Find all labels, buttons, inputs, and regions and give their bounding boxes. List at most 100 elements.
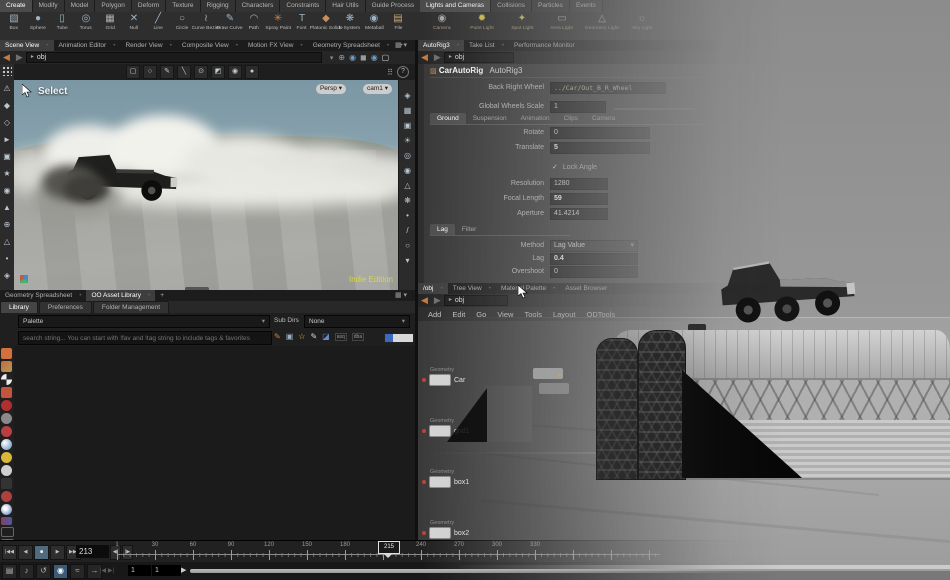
shelf-tab[interactable]: Rigging: [201, 0, 236, 12]
display-toggle-icon[interactable]: ◎: [402, 149, 414, 162]
playback-button[interactable]: ◀: [18, 545, 33, 560]
asset-icon[interactable]: [1, 439, 12, 450]
asset-icon[interactable]: [1, 361, 12, 372]
camera-button[interactable]: cam1 ▾: [363, 84, 392, 94]
shelf-tab[interactable]: Polygon: [95, 0, 132, 12]
orb2-icon[interactable]: ◉: [371, 53, 378, 62]
playback-button[interactable]: ▶: [50, 545, 65, 560]
tool-icon[interactable]: ◉: [1, 184, 13, 197]
asset-icon[interactable]: [1, 504, 12, 515]
shelf-tool[interactable]: ✳ Spray Paint: [266, 12, 290, 31]
library-tab[interactable]: Folder Management: [93, 301, 169, 313]
display-toggle-icon[interactable]: ☀: [402, 134, 414, 147]
shelf-tab[interactable]: Guide Process: [366, 0, 422, 12]
gradient-icon[interactable]: ◪: [322, 332, 330, 341]
timeline-tool-icon[interactable]: ↺: [36, 564, 51, 579]
display-toggle-icon[interactable]: •: [402, 209, 414, 222]
shelf-tool[interactable]: ◠ Path: [242, 12, 266, 31]
shelf-tab[interactable]: Texture: [166, 0, 200, 12]
display-toggle-icon[interactable]: ◉: [402, 164, 414, 177]
tools-grid-icon[interactable]: [2, 66, 12, 76]
square-icon[interactable]: ▢: [382, 53, 390, 62]
timeline-tool-icon[interactable]: ◉: [53, 564, 68, 579]
asset-icon[interactable]: [1, 348, 12, 359]
asset-icon[interactable]: [1, 413, 12, 424]
timeline-tool-icon[interactable]: ≈: [70, 564, 85, 579]
tool-icon[interactable]: ▲: [1, 201, 13, 214]
asset-icon[interactable]: [1, 400, 12, 411]
shelf-tab[interactable]: Create: [0, 0, 33, 12]
tool-icon[interactable]: ►: [1, 133, 13, 146]
display-toggle-icon[interactable]: ▦: [402, 104, 414, 117]
shelf-tool[interactable]: ❋ L-System: [338, 12, 362, 31]
shelf-tool[interactable]: ▯ Tube: [50, 12, 74, 31]
tool-icon[interactable]: △: [1, 235, 13, 248]
pane-tab[interactable]: Animation Editor: [54, 40, 121, 51]
tool-icon[interactable]: •: [1, 252, 13, 265]
shelf-tool[interactable]: ▤ File: [386, 12, 410, 31]
orb-icon[interactable]: ◉: [349, 53, 356, 62]
timeline-tool-icon[interactable]: ▤: [2, 564, 17, 579]
shelf-tool[interactable]: ✎ Draw Curve: [218, 12, 242, 31]
asset-icon[interactable]: [1, 491, 12, 502]
asset-icon[interactable]: [1, 478, 12, 489]
copy-icon[interactable]: ▣: [286, 332, 294, 341]
viewport-tool-icon[interactable]: ╲: [177, 65, 191, 79]
asset-icon[interactable]: [1, 517, 12, 525]
persp-button[interactable]: Persp ▾: [316, 84, 346, 94]
shelf-tab[interactable]: Characters: [236, 0, 281, 12]
shelf-tab[interactable]: Deform: [132, 0, 166, 12]
size-slider[interactable]: [384, 333, 414, 343]
shelf-tool[interactable]: ≀ Curve Bezier: [194, 12, 218, 31]
pane-tab[interactable]: Render View: [120, 40, 176, 51]
playhead-marker[interactable]: 215: [378, 541, 400, 554]
shelf-tool[interactable]: ╱ Line: [146, 12, 170, 31]
edit-tags-icon[interactable]: ✎: [274, 332, 281, 341]
pin-icon[interactable]: ⊕: [338, 53, 345, 62]
pane-tab[interactable]: Geometry Spreadsheet: [0, 290, 86, 301]
shelf-tool[interactable]: ◆ Platonic Solids: [314, 12, 338, 31]
tool-icon[interactable]: ◇: [1, 116, 13, 129]
asset-icon[interactable]: [1, 426, 12, 437]
pane-tab[interactable]: +: [155, 290, 176, 301]
nav-back-icon[interactable]: ◀: [3, 52, 10, 63]
shelf-tab[interactable]: Model: [65, 0, 96, 12]
color-correction-icon[interactable]: [20, 275, 28, 283]
shelf-tool[interactable]: ◉ Metaball: [362, 12, 386, 31]
pane-tab[interactable]: Geometry Spreadsheet: [308, 40, 394, 51]
cube-icon[interactable]: ◼: [360, 53, 367, 62]
range-end-field[interactable]: 1: [152, 565, 181, 576]
shelf-tool[interactable]: ◎ Torus: [74, 12, 98, 31]
range-nudge-icons[interactable]: |◀ ▶|: [100, 567, 114, 574]
pane-tab[interactable]: Composite View: [177, 40, 243, 51]
pane-menu-icon[interactable]: ▦ ▾: [395, 291, 407, 299]
shelf-tool[interactable]: ▧ Box: [2, 12, 26, 31]
range-slider-handle[interactable]: ▶: [181, 566, 186, 574]
display-toggle-icon[interactable]: ▣: [402, 119, 414, 132]
timeline-tool-icon[interactable]: ♪: [19, 564, 34, 579]
display-toggle-icon[interactable]: /: [402, 224, 414, 237]
shelf-tab[interactable]: Hair Utils: [326, 0, 365, 12]
shelf-tool[interactable]: ○ Circle: [170, 12, 194, 31]
favorites-star-icon[interactable]: ☆: [298, 332, 305, 341]
dba-badge[interactable]: dba: [352, 333, 364, 341]
viewport-tool-icon[interactable]: ◩: [211, 65, 225, 79]
scene-viewport[interactable]: Select Persp ▾ cam1 ▾ Indie Edition: [14, 80, 398, 290]
display-toggle-icon[interactable]: ❋: [402, 194, 414, 207]
shelf-tool[interactable]: ✕ Null: [122, 12, 146, 31]
display-toggle-icon[interactable]: ▾: [402, 254, 414, 267]
asset-icon[interactable]: [1, 374, 12, 385]
viewport-tool-icon[interactable]: ✎: [160, 65, 174, 79]
asset-icon[interactable]: [1, 452, 12, 463]
display-toggle-icon[interactable]: ◈: [402, 89, 414, 102]
viewport-tool-icon[interactable]: ◉: [228, 65, 242, 79]
shelf-tab[interactable]: Modify: [33, 0, 65, 12]
viewport-tool-icon[interactable]: ○: [143, 65, 157, 79]
asq-badge[interactable]: asq: [335, 333, 347, 341]
search-input[interactable]: [18, 331, 272, 345]
help-icon[interactable]: ?: [397, 66, 409, 78]
nav-forward-icon[interactable]: ▶: [16, 52, 23, 63]
pane-tab[interactable]: Motion FX View: [243, 40, 308, 51]
pane-menu-icon[interactable]: ▦ ▾: [395, 41, 407, 49]
shelf-tab[interactable]: Constraints: [280, 0, 326, 12]
